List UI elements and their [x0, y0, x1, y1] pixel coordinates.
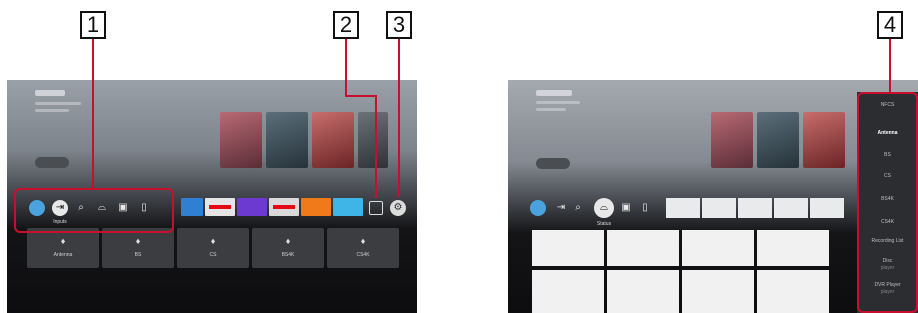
store-icon[interactable]: ▣ — [618, 200, 634, 216]
app-tile[interactable] — [301, 198, 331, 216]
app-tile[interactable] — [205, 198, 235, 216]
callout-2-line — [345, 39, 347, 97]
tv-screen-inputs-menu: ⇥ ⌕ ⌓ Status ▣ ▯ NFCS Antenna BS CS BS4K… — [508, 80, 918, 313]
gear-icon[interactable]: ⚙ — [390, 200, 406, 216]
callout-2-line-h — [345, 95, 377, 97]
hdmi-icon: ♦ — [60, 236, 66, 246]
callout-2-line-v2 — [375, 95, 377, 198]
input-tile-bs4k[interactable]: ♦ BS4K — [252, 228, 324, 268]
callout-3: 3 — [386, 11, 412, 39]
callout-1: 1 — [80, 11, 106, 39]
hero-button[interactable] — [536, 158, 570, 169]
app-tile[interactable] — [333, 198, 363, 216]
content-poster[interactable] — [757, 112, 799, 168]
content-tile[interactable] — [682, 270, 754, 313]
content-poster[interactable] — [266, 112, 308, 168]
search-icon[interactable]: ⌕ — [570, 200, 586, 216]
callout-1-line — [92, 39, 94, 188]
hero-subtitle-blur — [35, 102, 81, 105]
app-tile[interactable] — [702, 198, 736, 218]
callout-2: 2 — [333, 11, 359, 39]
app-tile[interactable] — [666, 198, 700, 218]
content-tile[interactable] — [532, 270, 604, 313]
callout-4: 4 — [877, 11, 903, 39]
content-poster[interactable] — [803, 112, 845, 168]
hero-subtitle-blur-2 — [35, 109, 69, 112]
content-tile[interactable] — [682, 230, 754, 266]
content-tile[interactable] — [532, 230, 604, 266]
app-tile[interactable] — [237, 198, 267, 216]
content-tile[interactable] — [757, 270, 829, 313]
app-tile[interactable] — [269, 198, 299, 216]
hdmi-icon: ♦ — [135, 236, 141, 246]
app-tile[interactable] — [181, 198, 203, 216]
input-tile-bs[interactable]: ♦ BS — [102, 228, 174, 268]
status-label: Status — [596, 221, 612, 227]
hdmi-icon: ♦ — [360, 236, 366, 246]
input-tile-antenna[interactable]: ♦ Antenna — [27, 228, 99, 268]
hdmi-icon: ♦ — [285, 236, 291, 246]
content-tile[interactable] — [757, 230, 829, 266]
apps-grid-icon[interactable] — [369, 201, 383, 215]
tv-screen-home-menu: ⇥ Inputs ⌕ ⌓ ▣ ▯ ⚙ ♦ Antenna ♦ BS ♦ CS ♦ BS4… — [7, 80, 417, 313]
content-poster[interactable] — [711, 112, 753, 168]
inputs-icon[interactable]: ⇥ — [553, 200, 569, 216]
callout-4-line — [889, 39, 891, 92]
cast-icon[interactable]: ⌓ — [594, 198, 614, 218]
hero-subtitle-blur-2 — [536, 108, 566, 111]
content-poster[interactable] — [312, 112, 354, 168]
callout-4-highlight — [857, 92, 918, 313]
input-tile-cs[interactable]: ♦ CS — [177, 228, 249, 268]
callout-1-highlight — [14, 188, 174, 233]
app-tile[interactable] — [810, 198, 844, 218]
hdmi-icon: ♦ — [210, 236, 216, 246]
profile-avatar[interactable] — [530, 200, 546, 216]
content-poster[interactable] — [220, 112, 262, 168]
content-tile[interactable] — [607, 270, 679, 313]
callout-3-line — [398, 39, 400, 197]
content-tile[interactable] — [607, 230, 679, 266]
app-tile[interactable] — [738, 198, 772, 218]
bookmark-icon[interactable]: ▯ — [637, 200, 653, 216]
input-tile-cs4k[interactable]: ♦ CS4K — [327, 228, 399, 268]
hero-title-blur — [536, 90, 572, 96]
hero-button[interactable] — [35, 157, 69, 168]
hero-subtitle-blur — [536, 101, 580, 104]
content-poster[interactable] — [358, 112, 388, 168]
hero-title-blur — [35, 90, 65, 96]
app-tile[interactable] — [774, 198, 808, 218]
